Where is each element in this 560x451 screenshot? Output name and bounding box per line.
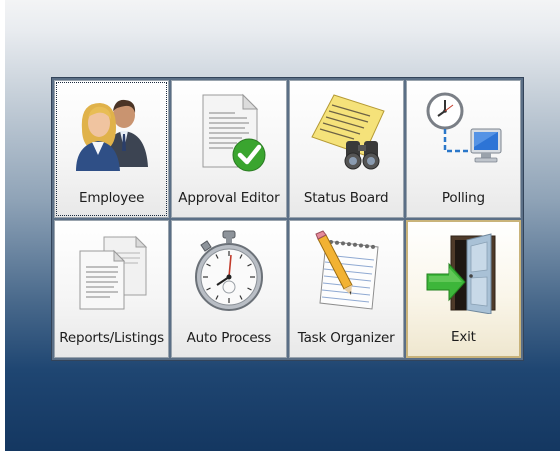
status-board-binoculars-icon xyxy=(311,94,385,170)
tile-label: Employee xyxy=(78,190,145,206)
polling-button[interactable]: Polling xyxy=(405,80,521,218)
stopwatch-icon xyxy=(194,230,263,311)
status-board-button[interactable]: Status Board xyxy=(288,80,404,218)
employee-button[interactable]: Employee xyxy=(54,80,170,218)
tile-label: Task Organizer xyxy=(297,330,395,346)
auto-process-button[interactable]: Auto Process xyxy=(171,220,287,358)
reports-documents-icon xyxy=(79,235,147,310)
clock-network-monitor-icon xyxy=(426,92,502,163)
tile-label: Auto Process xyxy=(186,330,272,346)
employee-people-icon xyxy=(75,99,148,171)
exit-button[interactable]: Exit xyxy=(405,220,521,358)
tile-label: Exit xyxy=(450,329,476,345)
tile-label: Status Board xyxy=(303,190,389,206)
document-approved-icon xyxy=(202,93,266,172)
task-organizer-button[interactable]: Task Organizer xyxy=(288,220,404,358)
exit-door-icon xyxy=(426,233,496,314)
approval-editor-button[interactable]: Approval Editor xyxy=(171,80,287,218)
reports-listings-button[interactable]: Reports/Listings xyxy=(54,220,170,358)
tile-label: Approval Editor xyxy=(178,190,280,206)
tile-label: Reports/Listings xyxy=(59,330,164,346)
tile-label: Polling xyxy=(441,190,485,206)
notepad-pencil-icon xyxy=(315,230,379,310)
main-menu-grid: Employee Approval Editor Status Board Po… xyxy=(51,77,524,361)
